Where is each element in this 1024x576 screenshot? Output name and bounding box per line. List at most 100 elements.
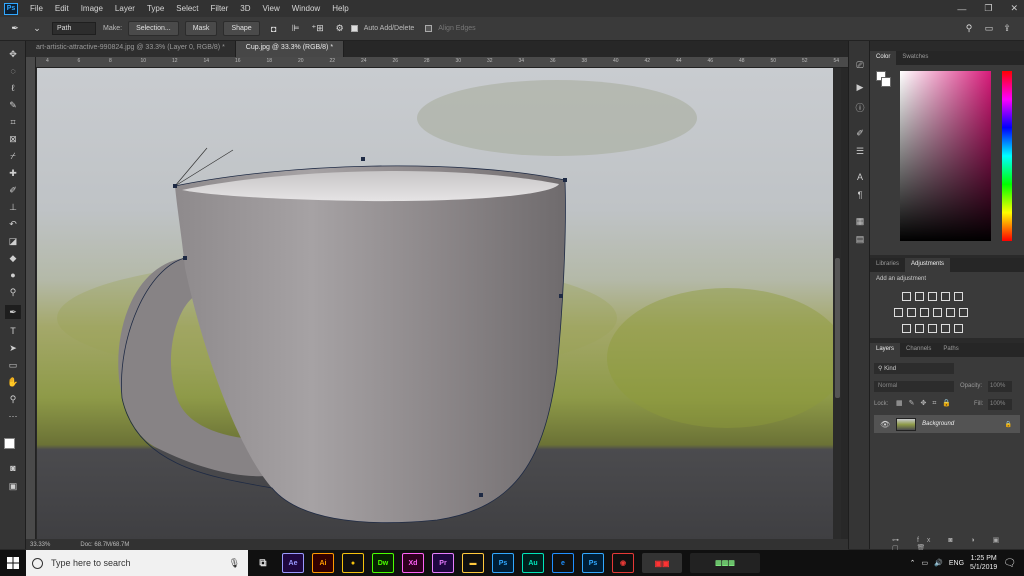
exposure-icon[interactable] [941, 292, 950, 301]
taskbar-app-2[interactable]: ● [342, 553, 364, 573]
color-lookup-icon[interactable] [959, 308, 968, 317]
volume-icon[interactable]: 🔊 [934, 559, 943, 567]
selection-button[interactable]: Selection... [128, 21, 179, 36]
share-icon[interactable]: ⇪ [1000, 22, 1014, 36]
pen-tool-icon[interactable]: ✒ [5, 305, 21, 319]
glyphs-icon[interactable]: ▦ [853, 215, 867, 227]
gradient-map-icon[interactable] [941, 324, 950, 333]
marquee-tool-icon[interactable]: ◌ [5, 64, 21, 78]
pen-tool-icon[interactable]: ✒ [8, 22, 22, 36]
hue-saturation-icon[interactable] [894, 308, 903, 317]
character-icon[interactable]: A [853, 171, 867, 183]
network-icon[interactable]: ▭ [922, 559, 929, 567]
invert-icon[interactable] [902, 324, 911, 333]
taskbar-app-11[interactable]: ◉ [612, 553, 634, 573]
color-balance-icon[interactable] [907, 308, 916, 317]
taskbar-app-6[interactable]: ▬ [462, 553, 484, 573]
menu-layer[interactable]: Layer [109, 4, 141, 13]
brush-tool-icon[interactable]: ✐ [5, 183, 21, 197]
menu-window[interactable]: Window [286, 4, 326, 13]
menu-type[interactable]: Type [141, 4, 170, 13]
quick-select-tool-icon[interactable]: ✎ [5, 98, 21, 112]
search-icon[interactable]: ⚲ [962, 22, 976, 36]
blur-tool-icon[interactable]: ● [5, 268, 21, 282]
menu-3d[interactable]: 3D [234, 4, 256, 13]
info-icon[interactable]: ⓘ [853, 101, 867, 113]
taskbar-app-7[interactable]: Ps [492, 553, 514, 573]
path-arrangement-icon[interactable]: ⁺⊞ [311, 22, 325, 36]
eyedropper-tool-icon[interactable]: ⌿ [5, 149, 21, 163]
type-tool-icon[interactable]: T [5, 324, 21, 338]
tab-paths[interactable]: Paths [937, 343, 964, 357]
tab-channels[interactable]: Channels [900, 343, 937, 357]
taskbar-app-8[interactable]: Au [522, 553, 544, 573]
hue-slider[interactable] [1002, 71, 1012, 241]
history-icon[interactable]: ⎚ [853, 59, 867, 71]
frame-tool-icon[interactable]: ⊠ [5, 132, 21, 146]
clock[interactable]: 1:25 PM 5/1/2019 [970, 554, 997, 572]
brush-settings-icon[interactable]: ✐ [853, 127, 867, 139]
auto-add-delete-checkbox[interactable] [350, 25, 358, 32]
opacity-input[interactable]: 100% [988, 381, 1012, 392]
notes-icon[interactable]: ▤ [853, 233, 867, 245]
tool-mode-select[interactable]: Path [52, 22, 96, 35]
dodge-tool-icon[interactable]: ⚲ [5, 285, 21, 299]
taskbar-app-9[interactable]: e [552, 553, 574, 573]
background-swatch[interactable] [881, 77, 891, 87]
minimize-button[interactable]: — [957, 4, 966, 14]
crop-tool-icon[interactable]: ⌗ [5, 115, 21, 129]
taskbar-app-5[interactable]: Pr [432, 553, 454, 573]
menu-filter[interactable]: Filter [205, 4, 235, 13]
layer-kind-filter[interactable]: ⚲ Kind [874, 363, 954, 374]
properties-icon[interactable]: ☰ [853, 145, 867, 157]
tab-adjustments[interactable]: Adjustments [905, 258, 951, 272]
eraser-tool-icon[interactable]: ◪ [5, 234, 21, 248]
zoom-level[interactable]: 33.33% [30, 542, 50, 548]
menu-image[interactable]: Image [75, 4, 109, 13]
chevron-down-icon[interactable]: ⌄ [30, 22, 44, 36]
posterize-icon[interactable] [915, 324, 924, 333]
taskbar-app-4[interactable]: Xd [402, 553, 424, 573]
brightness-icon[interactable] [902, 292, 911, 301]
more-tools-icon[interactable]: ⋯ [5, 409, 21, 423]
lasso-tool-icon[interactable]: ℓ [5, 81, 21, 95]
mask-button[interactable]: Mask [184, 21, 218, 36]
blend-mode-select[interactable]: Normal [874, 381, 954, 392]
black-white-icon[interactable] [920, 308, 929, 317]
recording-widget[interactable]: ▣▣ [642, 553, 682, 573]
screen-mode-icon[interactable]: ▣ [5, 479, 21, 493]
quick-mask-icon[interactable]: ◙ [5, 461, 21, 475]
tab-swatches[interactable]: Swatches [896, 51, 934, 65]
close-button[interactable]: ✕ [1010, 3, 1018, 14]
document-canvas[interactable] [37, 68, 833, 539]
threshold-icon[interactable] [928, 324, 937, 333]
menu-file[interactable]: File [24, 4, 49, 13]
task-view-icon[interactable]: ⧉ [252, 553, 274, 573]
photo-filter-icon[interactable] [933, 308, 942, 317]
selective-color-icon[interactable] [954, 324, 963, 333]
align-edges-checkbox[interactable] [425, 25, 433, 32]
shape-button[interactable]: Shape [223, 21, 260, 36]
color-picker-field[interactable] [900, 71, 991, 241]
path-select-tool-icon[interactable]: ➤ [5, 341, 21, 355]
paint-bucket-tool-icon[interactable]: ◆ [5, 251, 21, 265]
levels-icon[interactable] [915, 292, 924, 301]
microphone-icon[interactable]: 🎙 [229, 558, 240, 569]
language-indicator[interactable]: ENG [949, 560, 964, 567]
eye-icon[interactable]: 👁 [880, 420, 890, 429]
menu-edit[interactable]: Edit [49, 4, 75, 13]
tab-libraries[interactable]: Libraries [870, 258, 905, 272]
tab-art-artistic[interactable]: art-artistic-attractive-990824.jpg @ 33.… [26, 41, 236, 57]
menu-view[interactable]: View [257, 4, 286, 13]
lock-icons[interactable]: ▦✎✥⌗🔒 [896, 399, 957, 408]
menu-help[interactable]: Help [326, 4, 354, 13]
hand-tool-icon[interactable]: ✋ [5, 375, 21, 389]
healing-brush-tool-icon[interactable]: ✚ [5, 166, 21, 180]
notifications-icon[interactable]: 🗨 [1003, 558, 1016, 569]
restore-button[interactable]: ❐ [984, 3, 992, 14]
tab-cup[interactable]: Cup.jpg @ 33.3% (RGB/8) * [235, 41, 345, 57]
paragraph-icon[interactable]: ¶ [853, 189, 867, 201]
curves-icon[interactable] [928, 292, 937, 301]
channel-mixer-icon[interactable] [946, 308, 955, 317]
vibrance-icon[interactable] [954, 292, 963, 301]
